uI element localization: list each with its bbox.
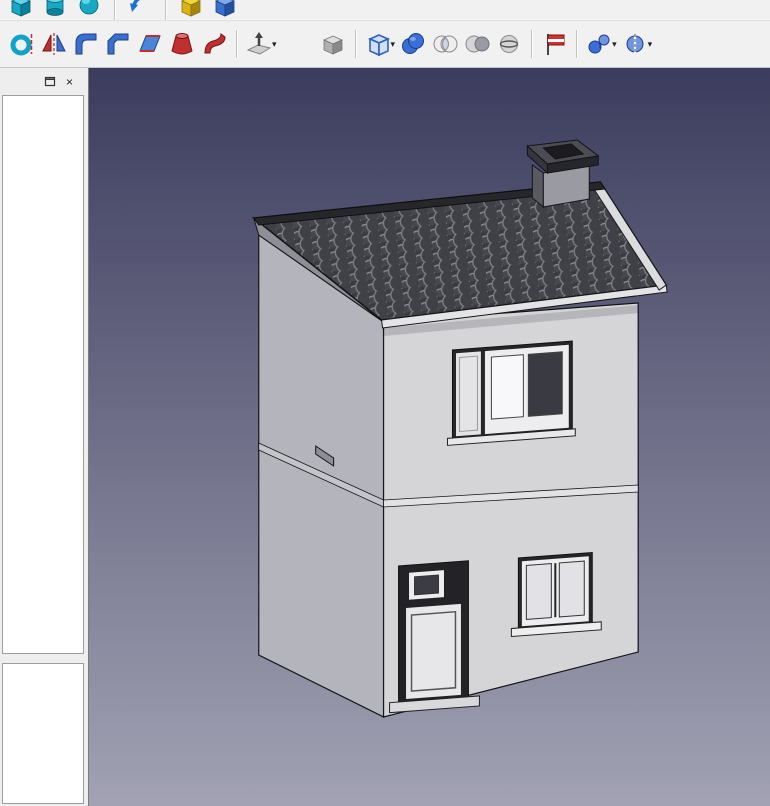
main-area: × bbox=[0, 68, 770, 806]
part-join-connect-icon bbox=[588, 34, 610, 54]
part-boolean-common-button[interactable] bbox=[429, 28, 461, 60]
combo-view-panel: × bbox=[0, 68, 88, 806]
window-pane-left bbox=[525, 562, 552, 620]
part-fillet-icon bbox=[75, 33, 97, 55]
split-dropdown-caret[interactable]: ▾ bbox=[648, 39, 653, 50]
extrude-dropdown-caret[interactable]: ▾ bbox=[272, 39, 277, 50]
yellow-solid-icon bbox=[181, 0, 201, 17]
part-mirror-icon bbox=[42, 33, 66, 55]
toolbar-separator bbox=[354, 30, 356, 58]
toolbar-separator bbox=[531, 30, 533, 58]
yellow-solid-button[interactable] bbox=[174, 0, 208, 20]
window-pane-right bbox=[527, 351, 563, 417]
part-boolean-split-icon bbox=[626, 34, 644, 54]
primitive-sphere-button[interactable] bbox=[72, 0, 106, 20]
3d-viewport[interactable] bbox=[88, 68, 770, 806]
part-join-connect-button[interactable] bbox=[583, 28, 615, 60]
primitive-sphere-icon bbox=[79, 0, 99, 15]
part-thickness-icon bbox=[322, 35, 343, 55]
part-cross-section-button[interactable] bbox=[493, 28, 525, 60]
tree-view[interactable] bbox=[2, 95, 84, 654]
part-compound-icon bbox=[367, 34, 390, 57]
house-model[interactable] bbox=[251, 139, 668, 718]
panel-splitter[interactable] bbox=[2, 654, 84, 663]
toolbar-part-row: ▾ ▾ ▾ ▾ bbox=[0, 21, 770, 68]
toolbar-separator bbox=[114, 0, 115, 20]
part-boolean-split-button[interactable] bbox=[619, 28, 651, 60]
part-ruled-surface-icon bbox=[139, 35, 161, 52]
primitive-box-button[interactable] bbox=[4, 0, 38, 20]
toolbar-separator bbox=[236, 30, 237, 58]
connect-dropdown-caret[interactable]: ▾ bbox=[612, 39, 617, 50]
part-boolean-union-icon bbox=[402, 33, 425, 54]
part-fillet-button[interactable] bbox=[70, 28, 102, 60]
part-revolve-icon bbox=[10, 34, 33, 56]
window-pane-left bbox=[490, 354, 524, 420]
panel-float-icon bbox=[44, 76, 55, 87]
part-defeaturing-flag-icon bbox=[547, 34, 565, 55]
rotate-view-button[interactable] bbox=[123, 0, 157, 20]
window-pane-right bbox=[558, 560, 585, 618]
primitive-cylinder-button[interactable] bbox=[38, 0, 72, 20]
rotate-view-arrow-icon bbox=[130, 0, 141, 12]
upper-window[interactable] bbox=[446, 340, 576, 446]
compound-dropdown-caret[interactable]: ▾ bbox=[391, 39, 396, 50]
front-door[interactable] bbox=[389, 560, 480, 714]
part-loft-icon bbox=[171, 33, 193, 55]
primitive-box-icon bbox=[11, 0, 31, 17]
door-leaf bbox=[405, 602, 462, 701]
part-extrude-button[interactable] bbox=[243, 28, 275, 60]
part-chamfer-icon bbox=[107, 33, 129, 55]
panel-close-button[interactable]: × bbox=[61, 74, 78, 90]
part-loft-button[interactable] bbox=[166, 28, 198, 60]
blue-solid-button[interactable] bbox=[208, 0, 242, 20]
part-extrude-icon bbox=[246, 32, 272, 55]
part-cross-section-icon bbox=[499, 35, 519, 53]
panel-titlebar: × bbox=[2, 68, 84, 95]
freecad-window: ▾ ▾ ▾ ▾ × bbox=[0, 0, 770, 806]
part-chamfer-button[interactable] bbox=[102, 28, 134, 60]
part-boolean-union-button[interactable] bbox=[397, 28, 429, 60]
part-boolean-cut-button[interactable] bbox=[461, 28, 493, 60]
property-editor[interactable] bbox=[2, 663, 84, 804]
part-sweep-icon bbox=[204, 33, 226, 54]
lower-window[interactable] bbox=[510, 551, 602, 638]
part-boolean-cut-icon bbox=[465, 35, 490, 53]
part-thickness-button[interactable] bbox=[317, 28, 349, 60]
panel-float-button[interactable] bbox=[41, 74, 58, 90]
part-revolve-button[interactable] bbox=[6, 28, 38, 60]
toolbar-separator bbox=[576, 30, 578, 58]
part-boolean-common-icon bbox=[433, 35, 458, 53]
toolbar-top-row bbox=[0, 0, 770, 21]
primitive-cylinder-icon bbox=[46, 0, 64, 16]
part-ruled-surface-button[interactable] bbox=[134, 28, 166, 60]
part-defeaturing-button[interactable] bbox=[538, 28, 570, 60]
part-sweep-button[interactable] bbox=[198, 28, 230, 60]
house-model-canvas[interactable] bbox=[89, 68, 770, 806]
blue-solid-icon bbox=[215, 0, 235, 17]
toolbar-separator bbox=[165, 0, 166, 20]
part-compound-button[interactable] bbox=[362, 28, 394, 60]
part-mirror-button[interactable] bbox=[38, 28, 70, 60]
chimney[interactable] bbox=[526, 139, 600, 209]
